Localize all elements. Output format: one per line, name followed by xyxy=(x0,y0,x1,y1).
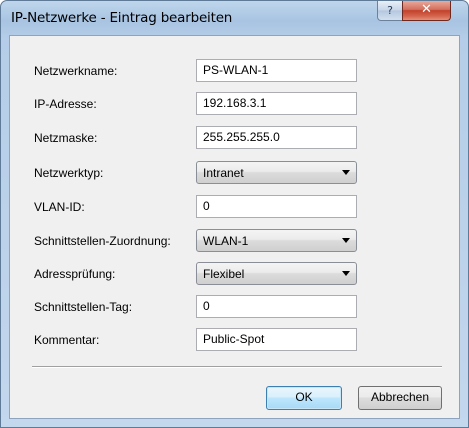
ip-address-input[interactable]: 192.168.3.1 xyxy=(196,92,357,115)
interface-assignment-value: WLAN-1 xyxy=(203,234,249,248)
chevron-down-icon xyxy=(342,238,350,243)
vlan-id-label: VLAN-ID: xyxy=(34,200,85,214)
comment-label: Kommentar: xyxy=(34,333,100,347)
close-button[interactable]: ✕ xyxy=(402,1,451,21)
interface-tag-input[interactable]: 0 xyxy=(196,295,357,318)
comment-input[interactable]: Public-Spot xyxy=(196,328,357,351)
netmask-label: Netzmaske: xyxy=(34,131,98,145)
row-netmask: Netzmaske: 255.255.255.0 xyxy=(10,126,459,150)
title-bar[interactable]: IP-Netzwerke - Eintrag bearbeiten ? ✕ xyxy=(1,1,468,35)
ip-address-label: IP-Adresse: xyxy=(34,97,97,111)
row-interface-tag: Schnittstellen-Tag: 0 xyxy=(10,295,459,319)
help-button[interactable]: ? xyxy=(377,1,403,21)
network-type-label: Netzwerktyp: xyxy=(34,166,104,180)
interface-assignment-label: Schnittstellen-Zuordnung: xyxy=(34,234,171,248)
address-check-select[interactable]: Flexibel xyxy=(196,262,357,285)
network-type-value: Intranet xyxy=(203,166,244,180)
row-comment: Kommentar: Public-Spot xyxy=(10,328,459,352)
network-type-select[interactable]: Intranet xyxy=(196,161,357,184)
interface-assignment-select[interactable]: WLAN-1 xyxy=(196,229,357,252)
row-interface-assignment: Schnittstellen-Zuordnung: WLAN-1 xyxy=(10,229,459,253)
netmask-input[interactable]: 255.255.255.0 xyxy=(196,126,357,149)
address-check-label: Adressprüfung: xyxy=(34,267,116,281)
help-icon: ? xyxy=(387,4,393,17)
window-title: IP-Netzwerke - Eintrag bearbeiten xyxy=(11,10,233,26)
dialog-client-area: Netzwerkname: PS-WLAN-1 IP-Adresse: 192.… xyxy=(9,35,460,419)
network-name-label: Netzwerkname: xyxy=(34,64,118,78)
close-icon: ✕ xyxy=(421,2,432,17)
network-name-input[interactable]: PS-WLAN-1 xyxy=(196,59,357,82)
address-check-value: Flexibel xyxy=(203,267,245,281)
cancel-button[interactable]: Abbrechen xyxy=(358,386,442,410)
chevron-down-icon xyxy=(342,271,350,276)
button-separator xyxy=(32,366,442,368)
vlan-id-input[interactable]: 0 xyxy=(196,195,357,218)
row-vlan-id: VLAN-ID: 0 xyxy=(10,195,459,219)
chevron-down-icon xyxy=(342,170,350,175)
dialog-window: IP-Netzwerke - Eintrag bearbeiten ? ✕ Ne… xyxy=(0,0,469,428)
row-ip-address: IP-Adresse: 192.168.3.1 xyxy=(10,92,459,116)
row-network-name: Netzwerkname: PS-WLAN-1 xyxy=(10,59,459,83)
row-address-check: Adressprüfung: Flexibel xyxy=(10,262,459,286)
ok-button[interactable]: OK xyxy=(266,386,342,410)
row-network-type: Netzwerktyp: Intranet xyxy=(10,161,459,185)
interface-tag-label: Schnittstellen-Tag: xyxy=(34,300,133,314)
